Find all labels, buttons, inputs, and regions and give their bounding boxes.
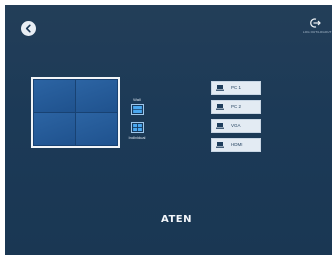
wall-layout-icon xyxy=(130,104,144,115)
individual-mode-button[interactable]: Individual xyxy=(123,120,151,140)
wall-screen-tile[interactable] xyxy=(76,80,117,112)
wall-mode-label: Wall xyxy=(133,97,141,102)
logout-label: LOG OUT/LOGOUT xyxy=(303,30,332,34)
back-button[interactable] xyxy=(21,21,36,36)
source-label: VGA xyxy=(231,123,241,128)
source-list: PC 1 PC 2 VGA HDMI xyxy=(211,81,261,157)
logout-button[interactable]: LOG OUT/LOGOUT xyxy=(303,17,332,34)
aten-logo: ATEN xyxy=(161,214,192,225)
source-label: HDMI xyxy=(231,142,243,147)
wall-screen-tile[interactable] xyxy=(34,113,75,145)
video-wall-preview[interactable] xyxy=(31,77,120,148)
source-button-pc2[interactable]: PC 2 xyxy=(211,100,261,114)
monitor-icon xyxy=(216,104,224,110)
control-screen: LOG OUT/LOGOUT Wall Individual PC 1 PC 2… xyxy=(5,5,332,255)
wall-mode-button[interactable]: Wall xyxy=(123,97,151,115)
wall-screen-tile[interactable] xyxy=(76,113,117,145)
logout-icon xyxy=(310,18,321,28)
monitor-icon xyxy=(216,142,224,148)
monitor-icon xyxy=(216,85,224,91)
chevron-left-icon xyxy=(25,24,31,33)
monitor-icon xyxy=(216,123,224,129)
wall-screen-tile[interactable] xyxy=(34,80,75,112)
source-button-vga[interactable]: VGA xyxy=(211,119,261,133)
individual-mode-label: Individual xyxy=(128,135,146,140)
source-button-pc1[interactable]: PC 1 xyxy=(211,81,261,95)
source-button-hdmi[interactable]: HDMI xyxy=(211,138,261,152)
individual-layout-icon xyxy=(130,122,144,133)
source-label: PC 1 xyxy=(231,85,242,90)
source-label: PC 2 xyxy=(231,104,242,109)
